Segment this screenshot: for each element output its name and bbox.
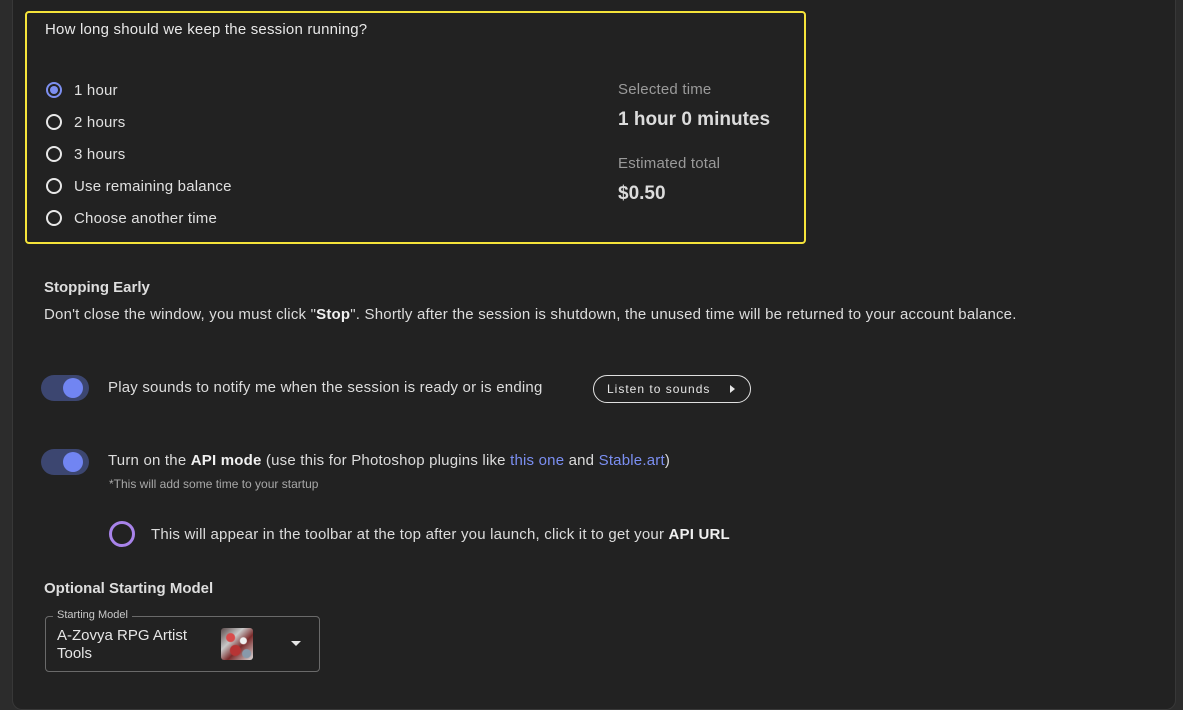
stopping-early-text: Don't close the window, you must click "… <box>44 306 1017 323</box>
stop-keyword: Stop <box>316 306 351 323</box>
radio-unchecked-icon[interactable] <box>46 146 62 162</box>
model-thumbnail <box>221 628 253 660</box>
api-text-part: (use this for Photoshop plugins like <box>261 452 511 469</box>
duration-option-3-hours[interactable]: 3 hours <box>46 143 125 165</box>
chevron-down-icon[interactable] <box>291 641 301 646</box>
api-text-part: ) <box>664 452 671 469</box>
selected-time-value: 1 hour 0 minutes <box>618 109 771 130</box>
listen-to-sounds-label: Listen to sounds <box>607 382 711 396</box>
api-text-part: Turn on the <box>108 452 191 469</box>
stopping-early-title: Stopping Early <box>44 279 150 296</box>
starting-model-title: Optional Starting Model <box>44 580 214 597</box>
stable-art-link[interactable]: Stable.art <box>599 452 665 469</box>
sounds-label: Play sounds to notify me when the sessio… <box>108 379 543 396</box>
estimated-total-value: $0.50 <box>618 183 666 204</box>
listen-to-sounds-button[interactable]: Listen to sounds <box>593 375 751 403</box>
radio-checked-icon[interactable] <box>46 82 62 98</box>
duration-option-remaining-balance[interactable]: Use remaining balance <box>46 175 232 197</box>
api-mode-keyword: API mode <box>190 452 262 469</box>
toggle-knob <box>63 378 83 398</box>
radio-unchecked-icon[interactable] <box>46 210 62 226</box>
api-mode-note: *This will add some time to your startup <box>109 477 319 491</box>
stopping-text-part: Don't close the window, you must click " <box>44 306 317 323</box>
play-arrow-icon <box>730 385 735 393</box>
stopping-text-part: ". Shortly after the session is shutdown… <box>350 306 1017 323</box>
toggle-knob <box>63 452 83 472</box>
ring-icon <box>109 521 135 547</box>
api-info-text: This will appear in the toolbar at the t… <box>151 526 669 543</box>
starting-model-value: A-Zovya RPG Artist Tools <box>57 627 188 662</box>
api-mode-label: Turn on the API mode (use this for Photo… <box>108 452 670 469</box>
api-url-keyword: API URL <box>668 526 730 543</box>
api-mode-toggle[interactable] <box>41 449 89 475</box>
starting-model-field-label: Starting Model <box>53 609 132 621</box>
radio-unchecked-icon[interactable] <box>46 178 62 194</box>
session-duration-box: How long should we keep the session runn… <box>25 11 806 244</box>
selected-time-label: Selected time <box>618 81 712 98</box>
duration-option-label: 3 hours <box>74 145 126 163</box>
duration-option-2-hours[interactable]: 2 hours <box>46 111 125 133</box>
starting-model-select[interactable]: Starting Model A-Zovya RPG Artist Tools <box>45 609 320 672</box>
duration-option-label: Use remaining balance <box>74 177 232 195</box>
duration-option-label: 2 hours <box>74 113 126 131</box>
api-text-part: and <box>564 452 599 469</box>
duration-option-1-hour[interactable]: 1 hour <box>46 79 118 101</box>
radio-unchecked-icon[interactable] <box>46 114 62 130</box>
duration-option-another-time[interactable]: Choose another time <box>46 207 217 229</box>
duration-option-label: Choose another time <box>74 209 218 227</box>
duration-option-label: 1 hour <box>74 81 118 99</box>
this-one-link[interactable]: this one <box>510 452 564 469</box>
estimated-total-label: Estimated total <box>618 155 721 172</box>
sounds-toggle[interactable] <box>41 375 89 401</box>
api-url-info: This will appear in the toolbar at the t… <box>151 526 730 543</box>
duration-question: How long should we keep the session runn… <box>45 21 368 38</box>
